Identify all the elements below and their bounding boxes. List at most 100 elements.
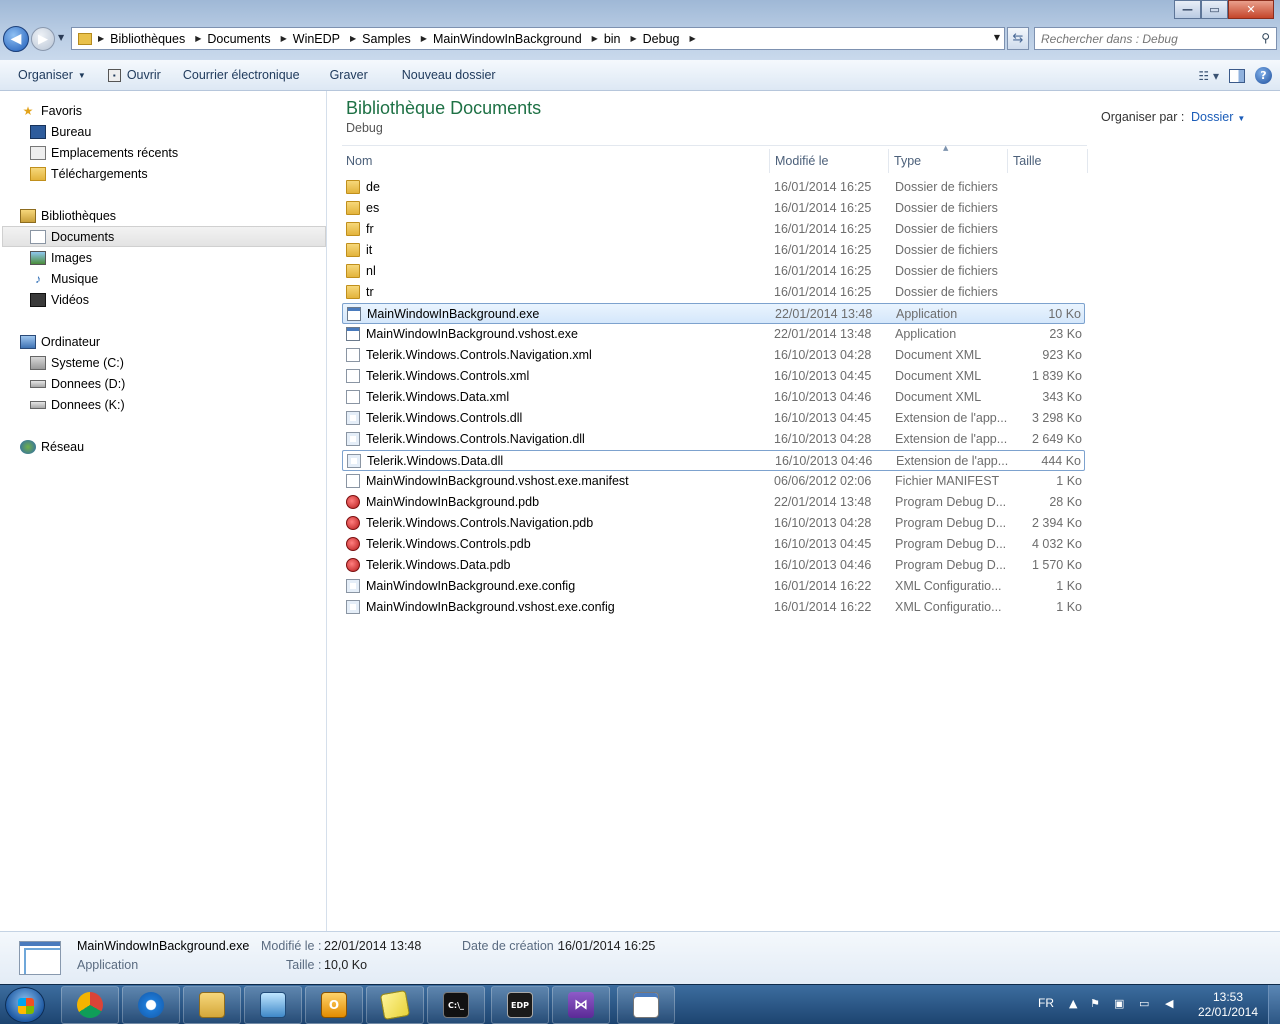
breadcrumb-separator-icon[interactable]: ▶ [625, 34, 639, 43]
taskbar-explorer[interactable] [183, 986, 241, 1024]
nav-network[interactable]: Réseau [20, 436, 84, 457]
file-row[interactable]: Telerik.Windows.Data.xml 16/10/2013 04:46… [342, 387, 1085, 408]
refresh-button[interactable]: ⇆ [1007, 27, 1029, 50]
taskbar-network-app[interactable] [244, 986, 302, 1024]
folder-icon [346, 222, 360, 236]
nav-desktop[interactable]: Bureau [30, 121, 91, 142]
file-row[interactable]: tr 16/01/2014 16:25 Dossier de fichiers [342, 282, 1085, 303]
help-icon[interactable]: ? [1255, 67, 1272, 84]
file-modified-date: 06/06/2012 02:06 [774, 474, 872, 488]
file-row[interactable]: Telerik.Windows.Controls.Navigation.dll 1… [342, 429, 1085, 450]
arrange-by-dropdown[interactable]: Dossier ▼ [1191, 110, 1245, 124]
file-row[interactable]: MainWindowInBackground.vshost.exe.manife… [342, 471, 1085, 492]
file-row[interactable]: MainWindowInBackground.vshost.exe 22/01/2… [342, 324, 1085, 345]
nav-favorites[interactable]: ★ Favoris [20, 100, 82, 121]
forward-button[interactable]: ▶ [31, 27, 55, 51]
breadcrumb-samples[interactable]: Samples [358, 32, 415, 46]
nav-downloads[interactable]: Téléchargements [30, 163, 148, 184]
maximize-button[interactable]: ▭ [1201, 0, 1228, 19]
taskbar-chrome[interactable] [61, 986, 119, 1024]
breadcrumb-separator-icon[interactable]: ▶ [586, 34, 600, 43]
nav-computer[interactable]: Ordinateur [20, 331, 100, 352]
start-button[interactable] [5, 987, 45, 1023]
network-status-icon[interactable]: ▭ [1139, 997, 1149, 1010]
file-row[interactable]: MainWindowInBackground.exe.config 16/01/2… [342, 576, 1085, 597]
file-row[interactable]: es 16/01/2014 16:25 Dossier de fichiers [342, 198, 1085, 219]
breadcrumb-separator-icon[interactable]: ▶ [684, 34, 698, 43]
folders-icon [199, 992, 225, 1018]
open-label: Ouvrir [126, 68, 161, 82]
breadcrumb-separator-icon[interactable]: ▶ [275, 34, 289, 43]
file-row[interactable]: Telerik.Windows.Data.dll 16/10/2013 04:46… [342, 450, 1085, 471]
star-icon: ★ [22, 103, 34, 118]
clock[interactable]: 13:53 22/01/2014 [1186, 990, 1270, 1020]
nav-videos[interactable]: Vidéos [30, 289, 89, 310]
file-row[interactable]: de 16/01/2014 16:25 Dossier de fichiers [342, 177, 1085, 198]
nav-images[interactable]: Images [30, 247, 92, 268]
taskbar-sticky-notes[interactable] [366, 986, 424, 1024]
column-header-type[interactable]: Type [890, 149, 1008, 173]
breadcrumb-separator-icon[interactable]: ▶ [344, 34, 358, 43]
minimize-button[interactable]: — [1174, 0, 1201, 19]
language-indicator[interactable]: FR [1038, 996, 1054, 1010]
breadcrumb-bin[interactable]: bin [600, 32, 625, 46]
email-button[interactable]: Courrier électronique [172, 68, 311, 82]
breadcrumb-separator-icon[interactable]: ▶ [415, 34, 429, 43]
preview-pane-icon[interactable] [1229, 68, 1245, 83]
burn-button[interactable]: Graver [311, 68, 379, 82]
file-row[interactable]: nl 16/01/2014 16:25 Dossier de fichiers [342, 261, 1085, 282]
open-button[interactable]: ▪ Ouvrir [97, 68, 172, 82]
taskbar-micro-edp[interactable]: EDP [491, 986, 549, 1024]
volume-icon[interactable]: ◀ [1165, 997, 1173, 1010]
chevron-down-icon[interactable]: ▼ [994, 33, 1000, 42]
nav-drive-k[interactable]: Donnees (K:) [30, 394, 125, 415]
breadcrumb-bibliotheques[interactable]: Bibliothèques [106, 32, 189, 46]
file-row[interactable]: Telerik.Windows.Controls.dll 16/10/2013 0… [342, 408, 1085, 429]
breadcrumb-separator-icon[interactable]: ▶ [189, 34, 203, 43]
file-row[interactable]: Telerik.Windows.Controls.xml 16/10/2013 0… [342, 366, 1085, 387]
search-box[interactable]: ⚲ [1034, 27, 1277, 50]
file-row[interactable]: Telerik.Windows.Controls.Navigation.xml 1… [342, 345, 1085, 366]
search-icon[interactable]: ⚲ [1261, 31, 1270, 45]
taskbar-command-prompt[interactable]: C:\_ [427, 986, 485, 1024]
breadcrumb-separator-icon[interactable]: ▶ [92, 34, 106, 43]
nav-drive-c[interactable]: Systeme (C:) [30, 352, 124, 373]
usb-device-icon[interactable]: ▣ [1114, 997, 1124, 1010]
close-button[interactable]: ✕ [1228, 0, 1274, 19]
show-desktop-button[interactable] [1268, 985, 1280, 1024]
taskbar-outlook[interactable]: O [305, 986, 363, 1024]
show-hidden-icons-icon[interactable]: ▲ [1069, 997, 1077, 1010]
history-dropdown-icon[interactable]: ▼ [58, 33, 64, 42]
file-row[interactable]: Telerik.Windows.Data.pdb 16/10/2013 04:46… [342, 555, 1085, 576]
nav-libraries[interactable]: Bibliothèques [20, 205, 116, 226]
nav-recent-places[interactable]: Emplacements récents [30, 142, 178, 163]
taskbar-visual-studio[interactable]: ⋈ [552, 986, 610, 1024]
address-bar[interactable]: ▶ Bibliothèques ▶ Documents ▶ WinEDP ▶ S… [71, 27, 1005, 50]
file-row[interactable]: Telerik.Windows.Controls.pdb 16/10/2013 0… [342, 534, 1085, 555]
file-row[interactable]: MainWindowInBackground.vshost.exe.config… [342, 597, 1085, 618]
nav-drive-d[interactable]: Donnees (D:) [30, 373, 125, 394]
file-row[interactable]: MainWindowInBackground.pdb 22/01/2014 13:… [342, 492, 1085, 513]
breadcrumb-documents[interactable]: Documents [203, 32, 274, 46]
column-header-modified[interactable]: Modifié le [771, 149, 889, 173]
back-button[interactable]: ◀ [3, 26, 29, 52]
column-header-size[interactable]: Taille [1009, 149, 1088, 173]
file-row[interactable]: MainWindowInBackground.exe 22/01/2014 13:… [342, 303, 1085, 324]
nav-music[interactable]: ♪ Musique [30, 268, 98, 289]
file-type: Extension de l'app... [896, 454, 1009, 468]
nav-documents[interactable]: Documents [2, 226, 326, 247]
new-folder-button[interactable]: Nouveau dossier [379, 68, 507, 82]
search-input[interactable] [1035, 28, 1245, 49]
breadcrumb-mainwindowinbackground[interactable]: MainWindowInBackground [429, 32, 586, 46]
taskbar-internet-explorer[interactable]: e [122, 986, 180, 1024]
breadcrumb-winedp[interactable]: WinEDP [289, 32, 344, 46]
taskbar-app-window[interactable] [617, 986, 675, 1024]
column-header-name[interactable]: Nom [342, 149, 770, 173]
file-row[interactable]: it 16/01/2014 16:25 Dossier de fichiers [342, 240, 1085, 261]
organize-button[interactable]: Organiser ▼ [0, 68, 97, 82]
action-center-icon[interactable]: ⚑ [1090, 997, 1100, 1010]
view-options-icon[interactable]: ☷ ▾ [1198, 69, 1219, 83]
file-row[interactable]: Telerik.Windows.Controls.Navigation.pdb 1… [342, 513, 1085, 534]
file-row[interactable]: fr 16/01/2014 16:25 Dossier de fichiers [342, 219, 1085, 240]
breadcrumb-debug[interactable]: Debug [639, 32, 684, 46]
